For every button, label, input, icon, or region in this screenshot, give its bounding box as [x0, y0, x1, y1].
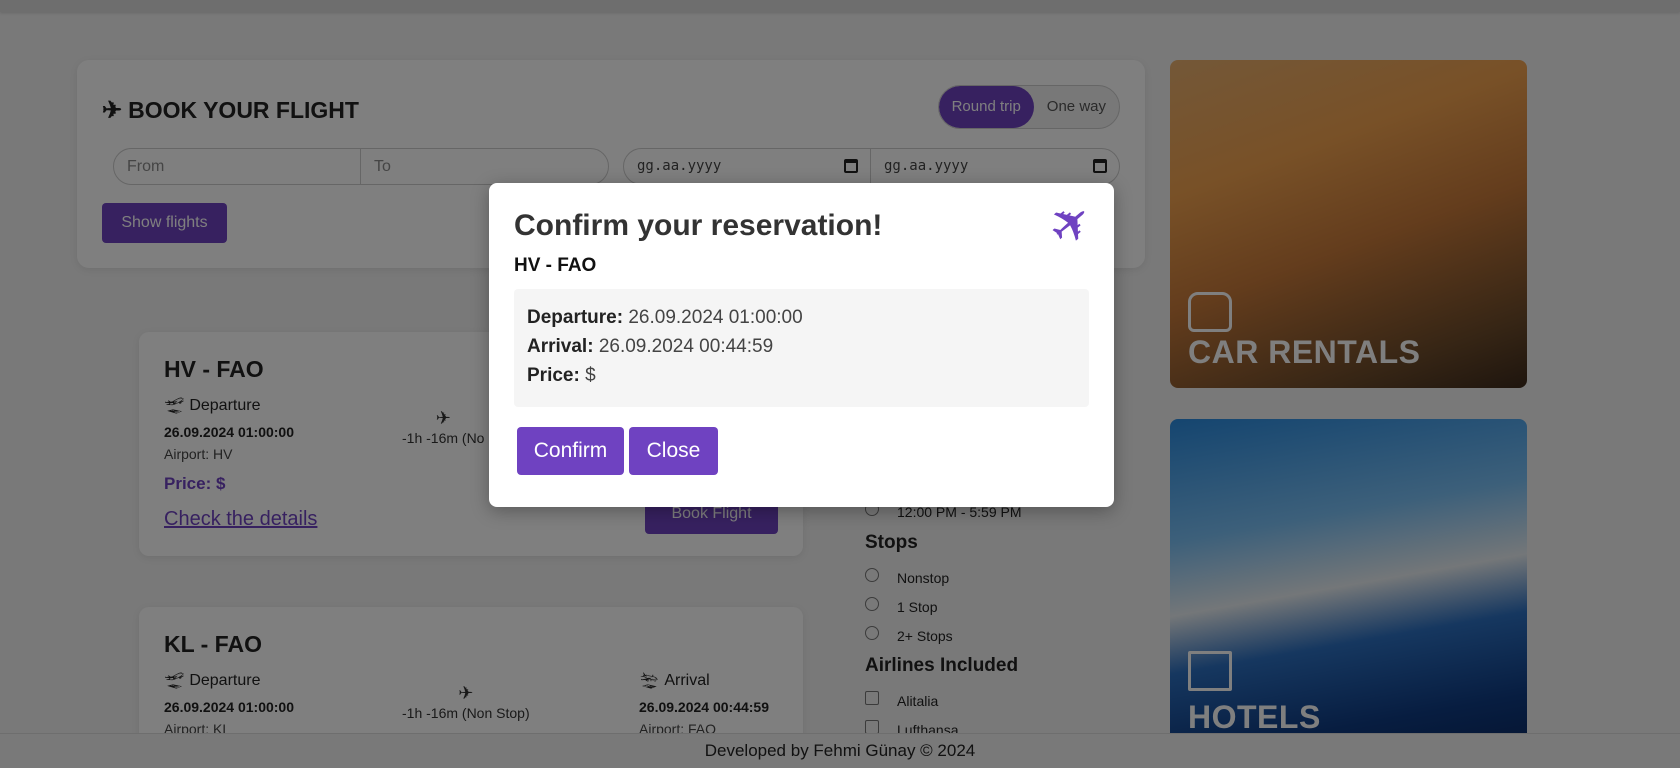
arrival-label: Arrival: [527, 336, 594, 357]
close-button[interactable]: Close [629, 427, 718, 475]
airplane-icon: ✈ [1036, 189, 1106, 259]
departure-row: Departure: 26.09.2024 01:00:00 [527, 303, 1076, 332]
arrival-value: 26.09.2024 00:44:59 [598, 336, 774, 357]
departure-label: Departure: [527, 307, 624, 328]
modal-route: HV - FAO [514, 255, 597, 276]
reservation-details: Departure: 26.09.2024 01:00:00 Arrival: … [514, 289, 1089, 407]
departure-value: 26.09.2024 01:00:00 [628, 307, 803, 328]
price-value: $ [585, 365, 596, 386]
arrival-row: Arrival: 26.09.2024 00:44:59 [527, 332, 1076, 361]
confirm-reservation-modal: Confirm your reservation! ✈ HV - FAO Dep… [489, 183, 1114, 507]
price-label: Price: [527, 365, 580, 386]
modal-title: Confirm your reservation! [514, 209, 883, 242]
confirm-button[interactable]: Confirm [517, 427, 624, 475]
price-row: Price: $ [527, 361, 1076, 390]
